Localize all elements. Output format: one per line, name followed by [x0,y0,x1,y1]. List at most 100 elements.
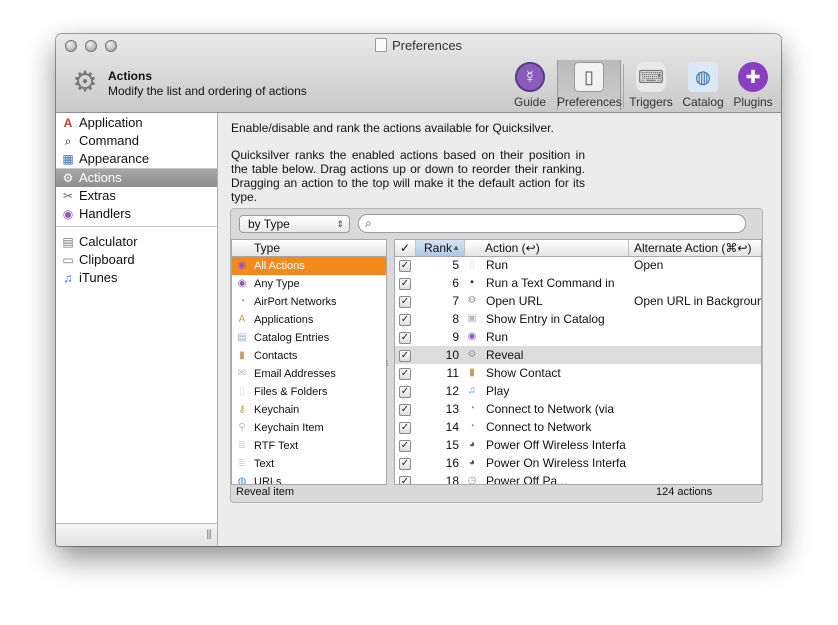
sidebar-item-label: Handlers [79,206,132,221]
type-label: All Actions [254,260,305,272]
action-row[interactable]: ✓ 15 ◕ Power Off Wireless Interfa [395,436,761,454]
sidebar-item-command[interactable]: ⌕ Command [56,132,217,150]
rank-value: 14 [445,420,459,434]
type-row[interactable]: ▤ Catalog Entries [232,329,386,347]
type-icon: ▮ [239,350,245,361]
sidebar-item-actions[interactable]: ⚙ Actions [56,169,217,187]
enabled-checkbox[interactable]: ✓ [399,350,411,362]
type-row[interactable]: ◉ Any Type [232,275,386,293]
toolbar-label: Preferences [557,95,622,109]
appearance-icon: ▦ [62,152,74,166]
action-icon: ◉ [467,331,477,342]
title-bar: Preferences ⚙ Actions Modify the list an… [56,34,781,113]
enabled-checkbox[interactable]: ✓ [399,404,411,416]
sort-popup[interactable]: by Type ⇕ [239,215,350,233]
action-name: Connect to Network [486,420,592,434]
action-name: Power On Wireless Interfa [486,456,627,470]
rank-column-header[interactable]: Rank ▲ [416,240,465,257]
type-column-header[interactable]: Type [232,240,386,257]
action-count: 124 actions [656,486,713,498]
sidebar-item-application[interactable]: A Application [56,114,217,132]
split-handle-icon[interactable]: ⁝ [386,359,389,368]
action-row[interactable]: ✓ 14 ◔ Connect to Network [395,418,761,436]
type-row[interactable]: ⚷ Keychain [232,401,386,419]
sidebar-item-itunes[interactable]: ♫ iTunes [56,269,217,287]
description-text: Quicksilver ranks the enabled actions ba… [231,148,585,204]
type-icon: ✉ [237,368,247,379]
type-label: Files & Folders [254,386,328,398]
toolbar-preferences-button[interactable]: ▯ Preferences [557,60,622,110]
action-row[interactable]: ✓ 13 ◔ Connect to Network (via [395,400,761,418]
alternate-action: Open URL in Background [634,294,761,308]
enabled-checkbox[interactable]: ✓ [399,458,411,470]
sidebar-item-label: iTunes [79,270,118,285]
type-icon: ◔ [238,296,246,307]
application-icon: A [63,116,73,130]
enabled-checkbox[interactable]: ✓ [399,386,411,398]
type-row[interactable]: ▯ Files & Folders [232,383,386,401]
enabled-checkbox[interactable]: ✓ [399,332,411,344]
search-icon: ⌕ [365,216,372,230]
type-row[interactable]: ✉ Email Addresses [232,365,386,383]
toolbar-plugins-button[interactable]: ✚ Plugins [723,60,781,110]
enabled-checkbox[interactable]: ✓ [399,260,411,272]
sidebar-item-clipboard[interactable]: ▭ Clipboard [56,251,217,269]
action-icon: ⚙ [467,295,477,306]
action-row[interactable]: ✓ 11 ▮ Show Contact [395,364,761,382]
action-row[interactable]: ✓ 5 ▯ Run Open [395,256,761,274]
type-row[interactable]: ⚲ Keychain Item [232,419,386,437]
sidebar-item-extras[interactable]: ✂ Extras [56,187,217,205]
type-icon: ≣ [237,440,247,451]
action-name: Run a Text Command in [486,276,615,290]
check-column-header[interactable]: ✓ [395,240,416,257]
rank-value: 10 [445,348,459,362]
sidebar-item-calculator[interactable]: ▤ Calculator [56,233,217,251]
toolbar-guide-button[interactable]: ☿ Guide [500,60,560,110]
rank-header-label: Rank [424,241,453,255]
rank-value: 13 [445,402,459,416]
resize-grip-icon[interactable]: ||| [206,529,212,540]
rank-value: 6 [452,276,459,290]
action-row[interactable]: ✓ 10 ⚙ Reveal [395,346,761,364]
action-icon: ◔ [468,403,476,414]
preferences-window: Preferences ⚙ Actions Modify the list an… [56,34,781,546]
type-label: Keychain Item [254,422,324,434]
enabled-checkbox[interactable]: ✓ [399,440,411,452]
updown-arrow-icon: ⇕ [336,219,344,229]
enabled-checkbox[interactable]: ✓ [399,296,411,308]
toolbar-triggers-button[interactable]: ⌨ Triggers [621,60,681,110]
action-name: Play [486,384,510,398]
type-label: Catalog Entries [254,332,330,344]
enabled-checkbox[interactable]: ✓ [399,422,411,434]
action-name: Show Contact [486,366,561,380]
sidebar-item-appearance[interactable]: ▦ Appearance [56,150,217,168]
action-row[interactable]: ✓ 12 ♫ Play [395,382,761,400]
action-row[interactable]: ✓ 9 ◉ Run [395,328,761,346]
type-row[interactable]: ≣ RTF Text [232,437,386,455]
enabled-checkbox[interactable]: ✓ [399,368,411,380]
quicksilver-icon: ◉ [62,207,74,221]
enabled-checkbox[interactable]: ✓ [399,314,411,326]
type-row[interactable]: ≣ Text [232,455,386,473]
action-row[interactable]: ✓ 7 ⚙ Open URL Open URL in Background [395,292,761,310]
action-row[interactable]: ✓ 6 ▪ Run a Text Command in [395,274,761,292]
type-row[interactable]: ▮ Contacts [232,347,386,365]
catalog-icon: ◍ [688,62,718,92]
alternate-column-header[interactable]: Alternate Action (⌘↩) [629,240,761,257]
type-row[interactable]: ◔ AirPort Networks [232,293,386,311]
action-column-header[interactable]: Action (↩) [465,240,629,257]
sidebar-item-label: Command [79,133,139,148]
sidebar-item-handlers[interactable]: ◉ Handlers [56,205,217,223]
type-row[interactable]: ◉ All Actions [232,257,386,275]
search-field[interactable]: ⌕ [358,214,746,233]
sidebar-item-label: Application [79,115,143,130]
type-row[interactable]: A Applications [232,311,386,329]
status-bar: Reveal item 124 actions [231,483,762,501]
action-row[interactable]: ✓ 8 ▣ Show Entry in Catalog [395,310,761,328]
rank-value: 9 [452,330,459,344]
action-name: Open URL [486,294,543,308]
enabled-checkbox[interactable]: ✓ [399,278,411,290]
type-table: Type ◉ All Actions ◉ Any Type ◔ AirPort Netwo… [231,239,387,485]
action-row[interactable]: ✓ 16 ◕ Power On Wireless Interfa [395,454,761,472]
action-name: Connect to Network (via [486,402,615,416]
